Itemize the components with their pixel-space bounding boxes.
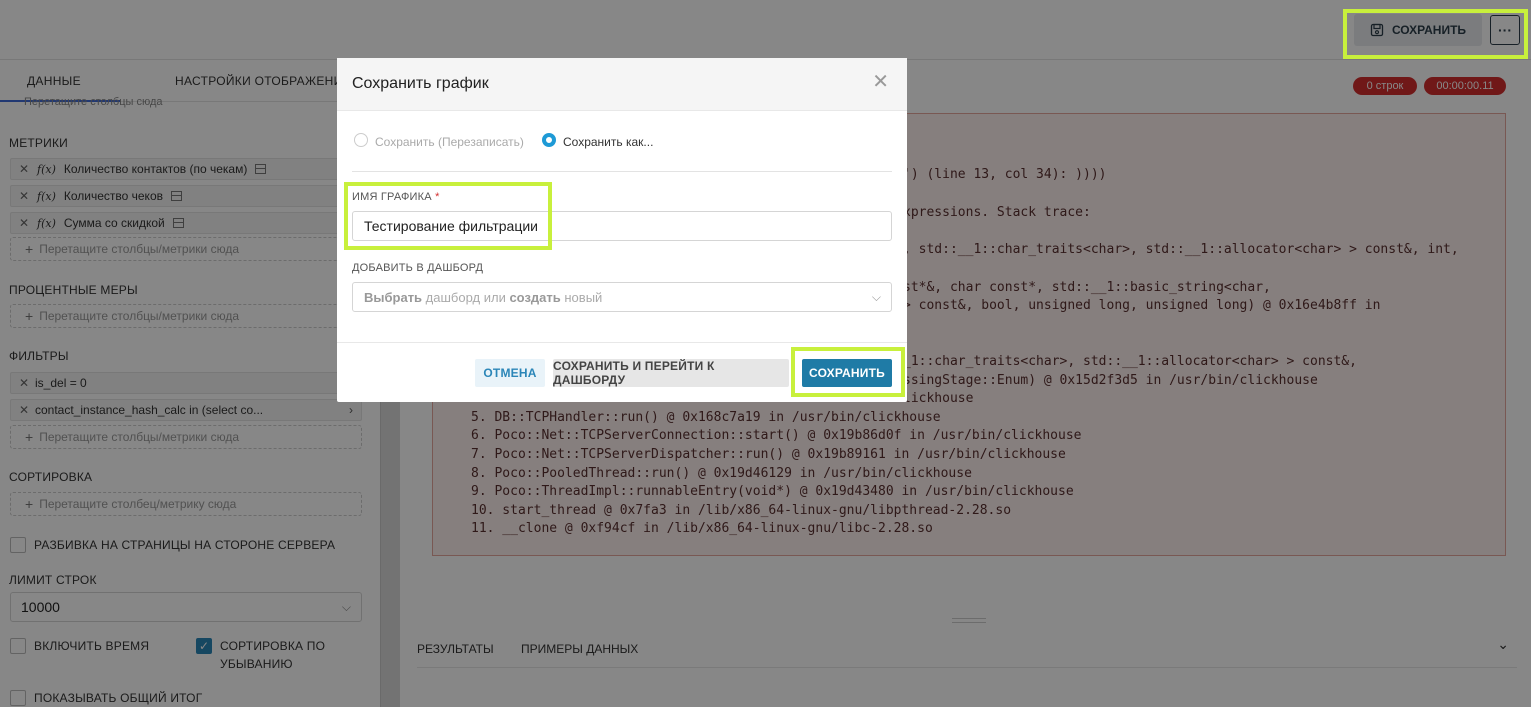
placeholder-part: создать xyxy=(509,289,561,305)
divider xyxy=(352,171,892,172)
placeholder-part: новый xyxy=(560,289,603,305)
placeholder-part: Выбрать xyxy=(364,289,423,305)
chevron-down-icon: ⌵ xyxy=(871,289,881,304)
close-icon[interactable]: ✕ xyxy=(872,72,889,92)
placeholder-part: дашборд или xyxy=(422,289,510,305)
dialog-title: Сохранить график xyxy=(352,75,489,92)
save-and-go-label: СОХРАНИТЬ И ПЕРЕЙТИ К ДАШБОРДУ xyxy=(553,359,715,387)
dashboard-select[interactable]: Выбрать дашборд или создать новый ⌵ xyxy=(352,282,892,312)
save-as-label: Сохранить как... xyxy=(563,135,654,149)
dashboard-label: ДОБАВИТЬ В ДАШБОРД xyxy=(352,262,484,274)
highlight-box-top-actions xyxy=(1343,9,1528,59)
highlight-box-chart-name xyxy=(344,182,552,250)
dashboard-placeholder: Выбрать дашборд или создать новый xyxy=(364,290,602,305)
overwrite-label: Сохранить (Перезаписать) xyxy=(375,135,524,149)
save-as-radio[interactable] xyxy=(542,133,556,147)
overwrite-radio[interactable] xyxy=(354,133,368,147)
highlight-box-save-button xyxy=(791,347,905,397)
cancel-label: ОТМЕНА xyxy=(483,366,537,380)
cancel-button[interactable]: ОТМЕНА xyxy=(475,359,545,387)
dialog-header: Сохранить график ✕ xyxy=(337,58,907,111)
save-and-go-to-dashboard-button[interactable]: СОХРАНИТЬ И ПЕРЕЙТИ К ДАШБОРДУ xyxy=(553,359,789,387)
